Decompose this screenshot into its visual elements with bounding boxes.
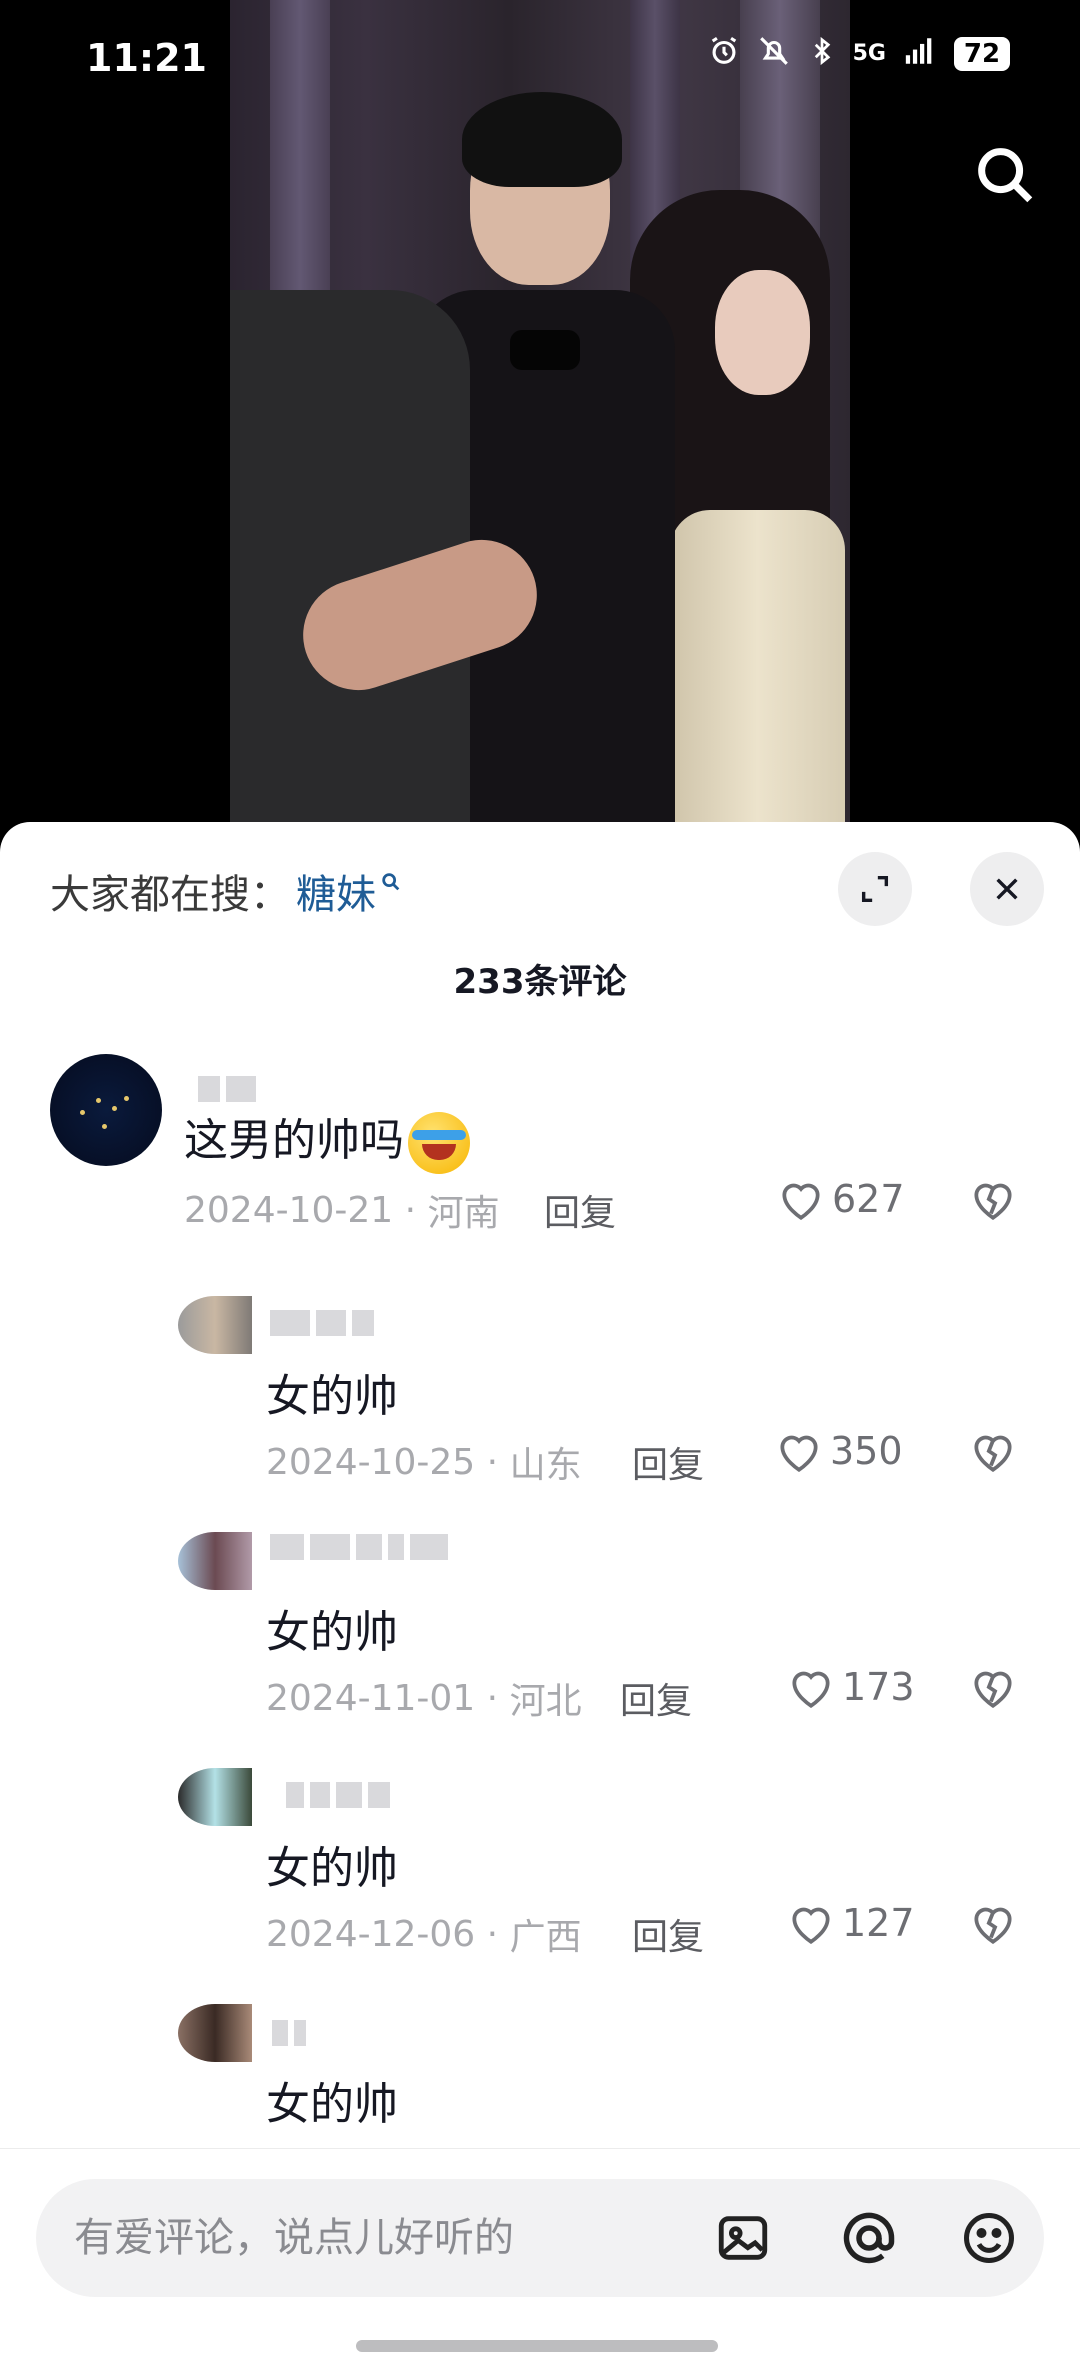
network-type: 5G bbox=[852, 41, 886, 66]
dislike-button[interactable] bbox=[968, 1664, 1018, 1714]
comment-text: 女的帅 bbox=[266, 1371, 398, 1422]
heart-icon bbox=[792, 1671, 830, 1708]
like-count: 173 bbox=[842, 1665, 915, 1709]
heart-icon bbox=[792, 1907, 830, 1944]
comment-input[interactable] bbox=[74, 2203, 694, 2273]
broken-heart-icon bbox=[974, 1907, 1012, 1944]
dislike-button[interactable] bbox=[968, 1428, 1018, 1478]
close-icon bbox=[996, 878, 1018, 900]
comment-input-bar bbox=[0, 2148, 1080, 2373]
comment-date: 2024-10-25 bbox=[266, 1441, 476, 1483]
comment-region: 河北 bbox=[509, 1681, 582, 1722]
dislike-button[interactable] bbox=[968, 1900, 1018, 1950]
avatar[interactable] bbox=[178, 1768, 252, 1826]
comment-text: 女的帅 bbox=[266, 2079, 398, 2130]
reply-button[interactable]: 回复 bbox=[632, 1908, 704, 1960]
battery-icon: 72 bbox=[954, 37, 1010, 71]
comment-meta: 2024-11-01 · 河北 bbox=[266, 1672, 582, 1724]
status-icons: 5G 72 bbox=[707, 34, 1010, 74]
username-blurred[interactable] bbox=[198, 1076, 256, 1106]
reply-button[interactable]: 回复 bbox=[620, 1672, 692, 1724]
dislike-button[interactable] bbox=[968, 1176, 1018, 1226]
comment-meta: 2024-10-21 · 河南 bbox=[184, 1184, 500, 1236]
signal-icon bbox=[902, 34, 938, 74]
comment-meta: 2024-12-06 · 广西 bbox=[266, 1908, 582, 1960]
search-icon bbox=[380, 857, 402, 903]
alarm-icon bbox=[707, 34, 741, 74]
trending-label: 大家都在搜： bbox=[50, 872, 290, 918]
comment-input-container[interactable] bbox=[36, 2179, 1044, 2297]
comments-sheet: 大家都在搜： 糖妹 233条评论 这男的帅吗 2024-10-21 · 河南 回… bbox=[0, 822, 1080, 2373]
at-icon[interactable] bbox=[834, 2203, 904, 2273]
comment-region: 河南 bbox=[427, 1193, 500, 1234]
avatar[interactable] bbox=[50, 1054, 162, 1166]
comment-date: 2024-12-06 bbox=[266, 1913, 476, 1955]
trending-search[interactable]: 大家都在搜： 糖妹 bbox=[50, 862, 402, 920]
avatar[interactable] bbox=[178, 2004, 252, 2062]
comment-region: 山东 bbox=[509, 1445, 582, 1486]
mute-icon bbox=[757, 34, 791, 74]
bluetooth-icon bbox=[807, 34, 837, 74]
crying-emoji-icon bbox=[408, 1112, 470, 1174]
heart-icon bbox=[780, 1435, 818, 1472]
emoji-icon[interactable] bbox=[954, 2203, 1024, 2273]
avatar[interactable] bbox=[178, 1296, 252, 1354]
comment-text: 女的帅 bbox=[266, 1607, 398, 1658]
like-button[interactable]: 627 bbox=[776, 1176, 905, 1222]
like-count: 127 bbox=[842, 1901, 915, 1945]
reply-button[interactable]: 回复 bbox=[544, 1184, 616, 1236]
video-player[interactable]: 11:21 5G 72 bbox=[0, 0, 1080, 860]
username-blurred[interactable] bbox=[272, 2020, 306, 2050]
comment-region: 广西 bbox=[509, 1917, 582, 1958]
like-button[interactable]: 173 bbox=[786, 1664, 915, 1710]
heart-icon bbox=[782, 1183, 820, 1220]
comment-date: 2024-11-01 bbox=[266, 1677, 476, 1719]
comment-date: 2024-10-21 bbox=[184, 1189, 394, 1231]
search-icon[interactable] bbox=[970, 140, 1040, 210]
expand-button[interactable] bbox=[838, 852, 912, 926]
comment-meta: 2024-10-25 · 山东 bbox=[266, 1436, 582, 1488]
username-blurred[interactable] bbox=[286, 1782, 390, 1812]
image-icon[interactable] bbox=[708, 2203, 778, 2273]
broken-heart-icon bbox=[974, 1183, 1012, 1220]
comment-text: 这男的帅吗 bbox=[184, 1104, 470, 1174]
expand-icon bbox=[861, 875, 889, 903]
like-count: 627 bbox=[832, 1177, 905, 1221]
like-count: 350 bbox=[830, 1429, 903, 1473]
trending-term[interactable]: 糖妹 bbox=[296, 862, 376, 920]
username-blurred[interactable] bbox=[270, 1534, 448, 1564]
like-button[interactable]: 127 bbox=[786, 1900, 915, 1946]
avatar[interactable] bbox=[178, 1532, 252, 1590]
home-indicator[interactable] bbox=[356, 2340, 718, 2352]
reply-button[interactable]: 回复 bbox=[632, 1436, 704, 1488]
comment-count: 233条评论 bbox=[453, 962, 627, 1002]
close-button[interactable] bbox=[970, 852, 1044, 926]
broken-heart-icon bbox=[974, 1671, 1012, 1708]
video-frame bbox=[230, 0, 850, 860]
status-time: 11:21 bbox=[86, 36, 207, 80]
like-button[interactable]: 350 bbox=[774, 1428, 903, 1474]
broken-heart-icon bbox=[974, 1435, 1012, 1472]
comment-text: 女的帅 bbox=[266, 1843, 398, 1894]
username-blurred[interactable] bbox=[270, 1310, 374, 1340]
